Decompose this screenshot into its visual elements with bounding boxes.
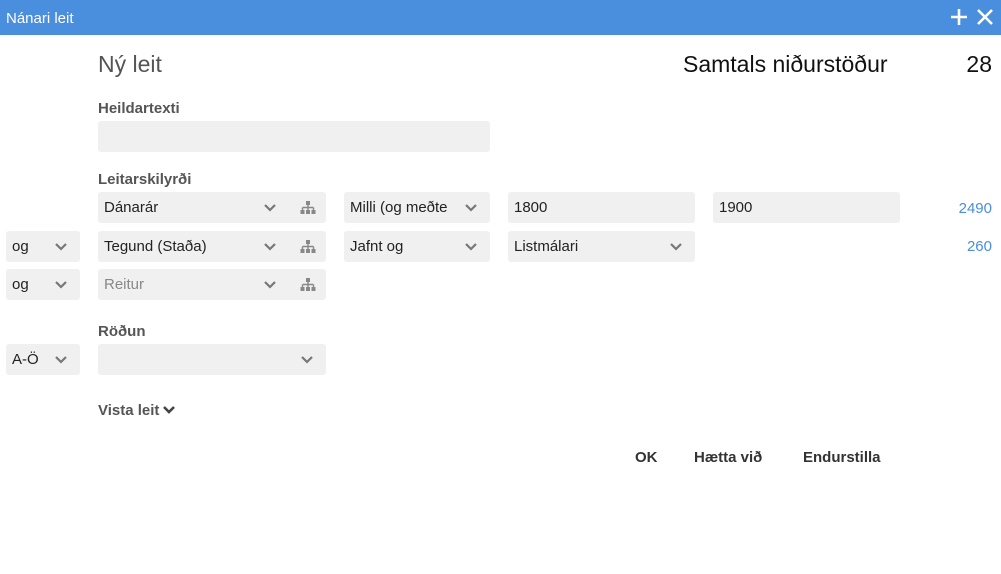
save-search-label: Vista leit bbox=[98, 402, 160, 419]
total-results-label: Samtals niðurstöður bbox=[683, 51, 888, 77]
window-titlebar: Nánari leit bbox=[0, 0, 1001, 35]
connector-value: og bbox=[12, 276, 29, 293]
sort-label: Röðun bbox=[98, 323, 146, 340]
total-results-count: 28 bbox=[966, 51, 992, 77]
criteria-operator-value: Milli (og meðtе bbox=[350, 199, 448, 216]
criteria-from-input[interactable]: 1800 bbox=[508, 192, 695, 223]
reset-button[interactable]: Endurstilla bbox=[803, 449, 881, 466]
chevron-down-icon bbox=[464, 201, 478, 215]
criteria-to-input[interactable]: 1900 bbox=[713, 192, 900, 223]
criteria-field-select[interactable]: Reitur bbox=[98, 269, 326, 300]
criteria-field-value: Tegund (Staða) bbox=[104, 238, 207, 255]
chevron-down-icon bbox=[54, 353, 68, 367]
hierarchy-icon[interactable] bbox=[300, 277, 316, 292]
chevron-down-icon bbox=[669, 240, 683, 254]
plus-icon[interactable] bbox=[948, 6, 970, 28]
close-icon[interactable] bbox=[974, 6, 996, 28]
criteria-from-value: 1800 bbox=[514, 199, 548, 216]
criteria-value-select[interactable]: Listmálari bbox=[508, 231, 695, 262]
sort-field-select[interactable] bbox=[98, 344, 326, 375]
hierarchy-icon[interactable] bbox=[300, 200, 316, 215]
chevron-down-icon bbox=[464, 240, 478, 254]
connector-select[interactable]: og bbox=[6, 231, 80, 262]
chevron-down-icon bbox=[263, 278, 277, 292]
connector-value: og bbox=[12, 238, 29, 255]
criteria-field-placeholder: Reitur bbox=[104, 276, 145, 293]
fulltext-input[interactable] bbox=[98, 121, 490, 152]
criteria-to-value: 1900 bbox=[719, 199, 753, 216]
chevron-down-icon bbox=[300, 353, 314, 367]
ok-button[interactable]: OK bbox=[635, 449, 658, 466]
criteria-field-select[interactable]: Dánarár bbox=[98, 192, 326, 223]
sort-direction-select[interactable]: A-Ö bbox=[6, 344, 80, 375]
criteria-operator-select[interactable]: Milli (og meðtе bbox=[344, 192, 490, 223]
criteria-field-value: Dánarár bbox=[104, 199, 159, 216]
hierarchy-icon[interactable] bbox=[300, 239, 316, 254]
chevron-down-icon bbox=[54, 240, 68, 254]
save-search-toggle[interactable]: Vista leit bbox=[98, 402, 176, 419]
cancel-button[interactable]: Hætta við bbox=[694, 449, 762, 466]
sort-direction-value: A-Ö bbox=[12, 351, 39, 368]
window-title: Nánari leit bbox=[6, 10, 74, 27]
chevron-down-icon bbox=[54, 278, 68, 292]
criteria-count-link[interactable]: 2490 bbox=[932, 200, 992, 217]
chevron-down-icon bbox=[163, 406, 176, 414]
connector-select[interactable]: og bbox=[6, 269, 80, 300]
chevron-down-icon bbox=[263, 240, 277, 254]
criteria-field-select[interactable]: Tegund (Staða) bbox=[98, 231, 326, 262]
criteria-operator-value: Jafnt og bbox=[350, 238, 404, 255]
criteria-count-link[interactable]: 260 bbox=[932, 238, 992, 255]
chevron-down-icon bbox=[263, 201, 277, 215]
criteria-operator-select[interactable]: Jafnt og bbox=[344, 231, 490, 262]
fulltext-label: Heildartexti bbox=[98, 100, 180, 117]
criteria-label: Leitarskilyrði bbox=[98, 171, 192, 188]
page-title: Ný leit bbox=[98, 51, 162, 77]
criteria-value-value: Listmálari bbox=[514, 238, 579, 255]
